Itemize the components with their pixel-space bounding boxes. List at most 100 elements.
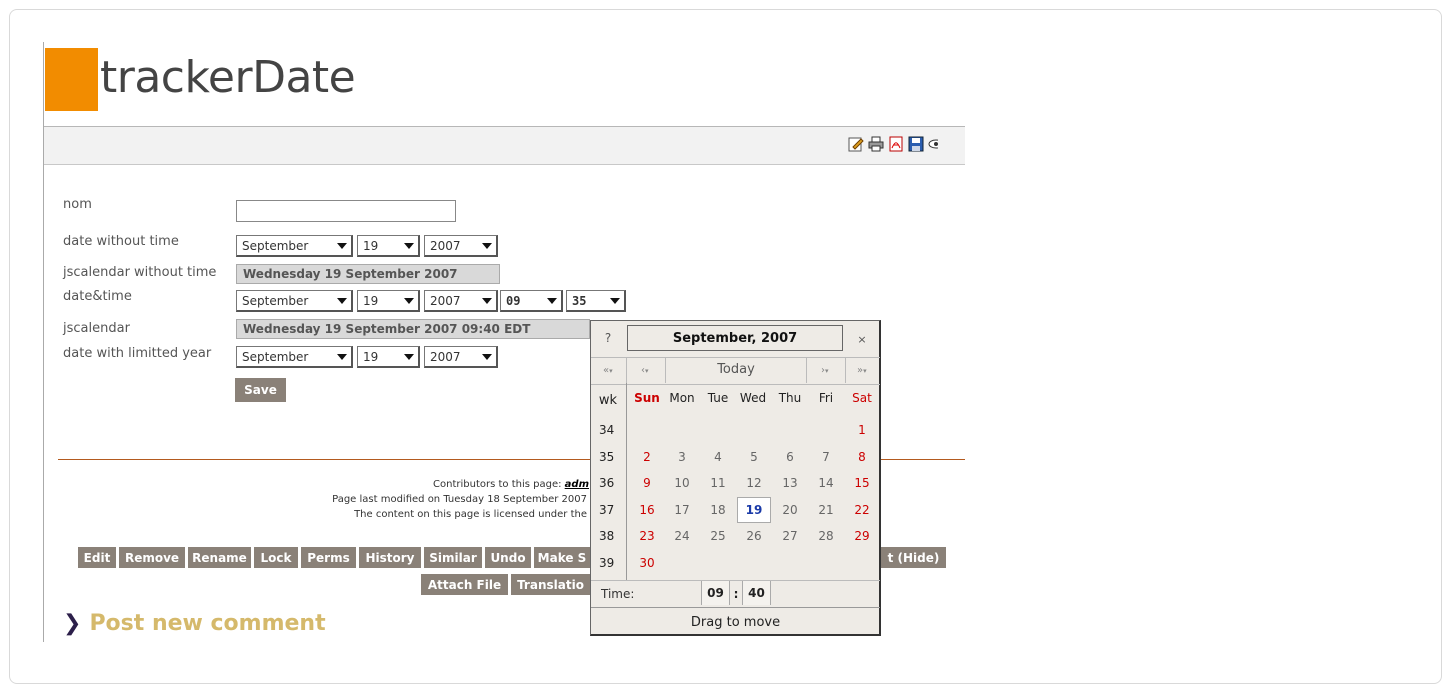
minute-select[interactable]: 35 bbox=[566, 290, 626, 312]
date-without-time-label: date without time bbox=[63, 234, 179, 249]
chevron-down-icon bbox=[482, 243, 492, 249]
day-cell[interactable]: 7 bbox=[811, 450, 841, 464]
translation-button[interactable]: Translatio bbox=[511, 574, 590, 595]
today-button[interactable]: Today bbox=[666, 362, 806, 377]
print-icon[interactable] bbox=[868, 136, 884, 152]
contributors-line: Contributors to this page: adm bbox=[433, 479, 589, 490]
post-comment-label: Post new comment bbox=[89, 611, 326, 636]
prev-year-button[interactable]: «▾ bbox=[603, 365, 613, 376]
time-separator: : bbox=[733, 587, 739, 601]
week-number: 36 bbox=[599, 476, 615, 490]
day-cell[interactable]: 1 bbox=[847, 423, 877, 437]
month-select[interactable]: September bbox=[236, 235, 353, 257]
rename-button[interactable]: Rename bbox=[188, 547, 251, 568]
week-number: 34 bbox=[599, 423, 615, 437]
save-icon[interactable] bbox=[908, 136, 924, 152]
pdf-icon[interactable] bbox=[888, 136, 904, 152]
next-month-button[interactable]: ›▾ bbox=[821, 365, 829, 376]
year-select[interactable]: 2007 bbox=[424, 290, 498, 312]
day-cell[interactable]: 8 bbox=[847, 450, 877, 464]
chevron-down-icon bbox=[404, 298, 414, 304]
help-button[interactable]: ? bbox=[595, 331, 621, 345]
day-cell[interactable]: 28 bbox=[811, 529, 841, 543]
comments-hide-button[interactable]: t (Hide) bbox=[881, 547, 946, 568]
view-icon[interactable] bbox=[928, 136, 938, 152]
perms-button[interactable]: Perms bbox=[301, 547, 356, 568]
month-value: September bbox=[242, 238, 309, 253]
day-cell[interactable]: 30 bbox=[632, 556, 662, 570]
day-cell[interactable]: 10 bbox=[667, 476, 697, 490]
day-cell[interactable]: 12 bbox=[739, 476, 769, 490]
prev-month-button[interactable]: ‹▾ bbox=[641, 365, 649, 376]
close-icon[interactable]: × bbox=[849, 333, 875, 346]
day-cell[interactable]: 18 bbox=[703, 503, 733, 517]
day-cell[interactable]: 15 bbox=[847, 476, 877, 490]
day-cell[interactable]: 20 bbox=[775, 503, 805, 517]
hour-field[interactable]: 09 bbox=[701, 581, 730, 605]
year-value: 2007 bbox=[430, 238, 461, 253]
day-cell[interactable]: 17 bbox=[667, 503, 697, 517]
jscalendar-datetime-button[interactable]: Wednesday 19 September 2007 09:40 EDT bbox=[236, 319, 590, 339]
undo-button[interactable]: Undo bbox=[485, 547, 531, 568]
day-cell[interactable]: 25 bbox=[703, 529, 733, 543]
week-number: 35 bbox=[599, 450, 615, 464]
day-cell[interactable]: 22 bbox=[847, 503, 877, 517]
month-value: September bbox=[242, 293, 309, 308]
year-value: 2007 bbox=[430, 293, 461, 308]
time-label: Time: bbox=[601, 587, 635, 601]
day-cell[interactable]: 23 bbox=[632, 529, 662, 543]
day-cell[interactable]: 24 bbox=[667, 529, 697, 543]
attach-file-button[interactable]: Attach File bbox=[421, 574, 508, 595]
chevron-down-icon bbox=[337, 354, 347, 360]
day-cell[interactable]: 29 bbox=[847, 529, 877, 543]
divider bbox=[845, 357, 846, 383]
day-cell[interactable]: 27 bbox=[775, 529, 805, 543]
day-cell[interactable]: 26 bbox=[739, 529, 769, 543]
post-comment-link[interactable]: ❯ Post new comment bbox=[63, 611, 326, 636]
day-cell[interactable]: 3 bbox=[667, 450, 697, 464]
remove-button[interactable]: Remove bbox=[119, 547, 185, 568]
save-button[interactable]: Save bbox=[235, 378, 286, 402]
jscalendar-without-time-label: jscalendar without time bbox=[63, 265, 217, 280]
day-cell[interactable]: 2 bbox=[632, 450, 662, 464]
day-select[interactable]: 19 bbox=[357, 235, 420, 257]
day-select[interactable]: 19 bbox=[357, 290, 420, 312]
drag-handle[interactable]: Drag to move bbox=[591, 607, 880, 636]
month-select[interactable]: September bbox=[236, 346, 353, 368]
contributor-link[interactable]: adm bbox=[565, 479, 589, 490]
day-cell[interactable]: 14 bbox=[811, 476, 841, 490]
day-cell[interactable]: 19 bbox=[739, 503, 769, 517]
day-header-sat: Sat bbox=[852, 391, 872, 405]
day-cell[interactable]: 21 bbox=[811, 503, 841, 517]
calendar-title[interactable]: September, 2007 bbox=[627, 325, 843, 351]
datetime-label: date&time bbox=[63, 289, 132, 304]
make-structure-button[interactable]: Make S bbox=[534, 547, 590, 568]
day-select[interactable]: 19 bbox=[357, 346, 420, 368]
nom-input[interactable] bbox=[236, 200, 456, 222]
lock-button[interactable]: Lock bbox=[254, 547, 298, 568]
day-cell[interactable]: 4 bbox=[703, 450, 733, 464]
history-button[interactable]: History bbox=[359, 547, 421, 568]
month-value: September bbox=[242, 349, 309, 364]
day-cell[interactable]: 11 bbox=[703, 476, 733, 490]
month-select[interactable]: September bbox=[236, 290, 353, 312]
calendar-popup[interactable]: ? September, 2007 × «▾ ‹▾ Today ›▾ »▾ wk… bbox=[590, 320, 881, 636]
day-cell[interactable]: 13 bbox=[775, 476, 805, 490]
day-cell[interactable]: 5 bbox=[739, 450, 769, 464]
hour-select[interactable]: 09 bbox=[500, 290, 563, 312]
day-cell[interactable]: 6 bbox=[775, 450, 805, 464]
year-select[interactable]: 2007 bbox=[424, 235, 498, 257]
edit-icon[interactable] bbox=[848, 136, 864, 152]
similar-button[interactable]: Similar bbox=[424, 547, 482, 568]
day-cell[interactable]: 9 bbox=[632, 476, 662, 490]
wk-header: wk bbox=[598, 393, 618, 408]
next-year-button[interactable]: »▾ bbox=[857, 365, 867, 376]
jscalendar-date-button[interactable]: Wednesday 19 September 2007 bbox=[236, 264, 500, 284]
date-limited-year-label: date with limitted year bbox=[63, 346, 212, 361]
day-header-tue: Tue bbox=[707, 391, 729, 405]
hour-value: 09 bbox=[506, 293, 521, 308]
edit-button[interactable]: Edit bbox=[78, 547, 116, 568]
day-cell[interactable]: 16 bbox=[632, 503, 662, 517]
year-select[interactable]: 2007 bbox=[424, 346, 498, 368]
minute-field[interactable]: 40 bbox=[742, 581, 771, 605]
